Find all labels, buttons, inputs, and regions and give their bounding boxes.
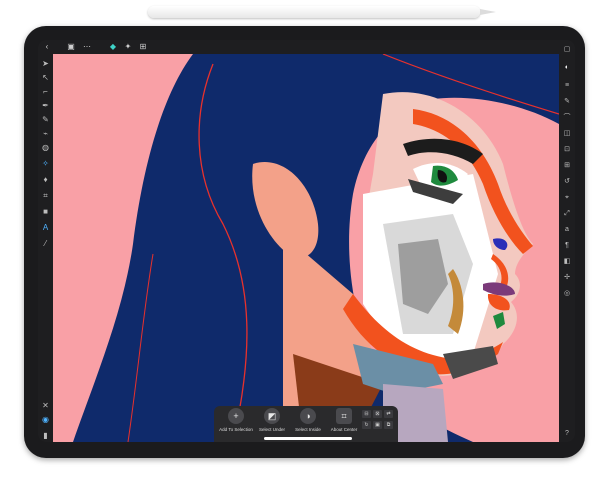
- eyedropper-icon[interactable]: ⁄: [40, 238, 51, 249]
- studio-panel: ▢ ◐ ≡ ✎ ⌒ ◫ ⊡ ⊞ ↺ ⌖ ⤢ a ¶ ◧ ✢ ◎ ?: [559, 40, 575, 442]
- select-inside-label: Select Inside: [295, 427, 321, 432]
- artboard-canvas[interactable]: [53, 54, 559, 442]
- rotate-icon[interactable]: ↻: [362, 421, 371, 429]
- symbols-icon[interactable]: ◧: [561, 256, 573, 267]
- about-center-label: About Center: [330, 427, 358, 432]
- add-to-selection-button[interactable]: + Add To Selection: [216, 408, 256, 432]
- back-icon[interactable]: ‹: [42, 42, 52, 52]
- plus-icon: +: [228, 408, 244, 424]
- grid-icon[interactable]: ⊞: [561, 160, 573, 171]
- transform-icon[interactable]: ⤢: [561, 208, 573, 219]
- brushes-icon[interactable]: ✎: [561, 96, 573, 107]
- close-icon[interactable]: ✕: [40, 400, 51, 411]
- character-icon[interactable]: a: [561, 224, 573, 235]
- pixel-persona-icon[interactable]: ✦: [123, 42, 133, 52]
- document-icon[interactable]: ▣: [66, 42, 76, 52]
- pencil-icon[interactable]: ✎: [40, 114, 51, 125]
- stroke-icon[interactable]: ⌒: [561, 112, 573, 123]
- help-icon[interactable]: ?: [561, 428, 573, 439]
- select-under-label: Select Under: [258, 427, 285, 432]
- move-icon[interactable]: ➤: [40, 58, 51, 69]
- pressure-icon[interactable]: ♦: [40, 174, 51, 185]
- navigator-icon[interactable]: ⌖: [561, 192, 573, 203]
- layers-icon[interactable]: ▢: [561, 44, 573, 55]
- paragraph-icon[interactable]: ¶: [561, 240, 573, 251]
- about-center-icon: ⌗: [336, 408, 352, 424]
- pencil-tip: [480, 9, 496, 15]
- crop-icon[interactable]: ⌗: [40, 190, 51, 201]
- tools-panel: ➤ ↖ ⌐ ✒ ✎ ⌁ ◍ ✧ ♦ ⌗ ■ A ⁄ ✕ ◉ ▮: [38, 54, 53, 442]
- more-icon[interactable]: ⋯: [82, 42, 92, 52]
- fill-icon[interactable]: ◍: [40, 142, 51, 153]
- trash-icon[interactable]: ▮: [40, 430, 51, 441]
- assets-icon[interactable]: ◎: [561, 288, 573, 299]
- history-icon[interactable]: ↺: [561, 176, 573, 187]
- apple-pencil: [148, 6, 496, 18]
- constraints-icon[interactable]: ✢: [561, 272, 573, 283]
- node-icon[interactable]: ↖: [40, 72, 51, 83]
- illustration-portrait: [73, 54, 559, 442]
- shape-icon[interactable]: ■: [40, 206, 51, 217]
- group-icon[interactable]: ▣: [373, 421, 382, 429]
- text-icon[interactable]: A: [40, 222, 51, 233]
- color-icon[interactable]: ◐: [561, 62, 573, 73]
- pen-icon[interactable]: ✒: [40, 100, 51, 111]
- select-inside-icon: ◑: [300, 408, 316, 424]
- arrange-icon[interactable]: ⧉: [384, 421, 393, 429]
- align-icon[interactable]: ⊟: [362, 410, 371, 418]
- about-center-button[interactable]: ⌗ About Center: [324, 408, 364, 432]
- flip-icon[interactable]: ⇄: [384, 410, 393, 418]
- app-screen: ‹ ▣ ⋯ ◆ ✦ ⊞ ➤ ↖ ⌐ ✒ ✎ ⌁ ◍ ✧ ♦ ⌗ ■ A ⁄ ✕ …: [38, 40, 575, 442]
- styles-icon[interactable]: ⊡: [561, 144, 573, 155]
- export-persona-icon[interactable]: ⊞: [138, 42, 148, 52]
- effects-icon[interactable]: ◫: [561, 128, 573, 139]
- select-under-button[interactable]: ◩ Select Under: [252, 408, 292, 432]
- brush-icon[interactable]: ⌁: [40, 128, 51, 139]
- designer-persona-icon[interactable]: ◆: [108, 42, 118, 52]
- select-under-icon: ◩: [264, 408, 280, 424]
- swatches-icon[interactable]: ≡: [561, 80, 573, 91]
- corner-icon[interactable]: ⌐: [40, 86, 51, 97]
- distribute-icon[interactable]: ⊠: [373, 410, 382, 418]
- brush-settings-icon[interactable]: ◉: [40, 414, 51, 425]
- home-indicator: [264, 437, 352, 440]
- add-to-selection-label: Add To Selection: [219, 427, 253, 432]
- select-inside-button[interactable]: ◑ Select Inside: [288, 408, 328, 432]
- top-toolbar: ‹ ▣ ⋯ ◆ ✦ ⊞: [38, 40, 575, 54]
- transparency-icon[interactable]: ✧: [40, 158, 51, 169]
